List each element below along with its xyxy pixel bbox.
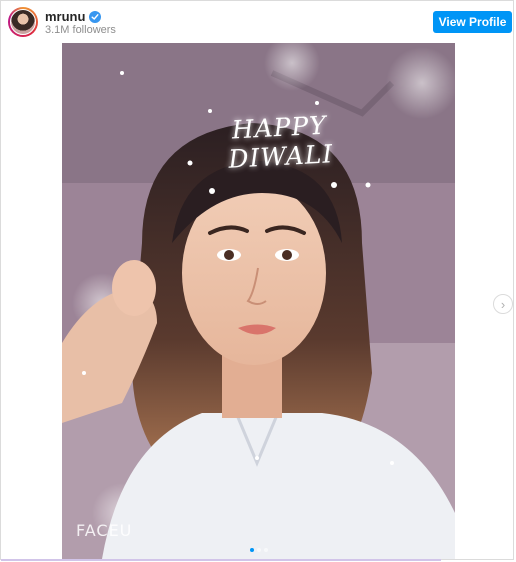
view-profile-button[interactable]: View Profile: [433, 11, 512, 33]
instagram-embed-card: mrunu 3.1M followers View Profile HAPPY …: [0, 0, 515, 561]
bottom-accent-line: [1, 559, 441, 561]
avatar[interactable]: [8, 7, 38, 37]
diwali-overlay-text: HAPPY DIWALI: [227, 110, 334, 174]
follower-count: 3.1M followers: [45, 24, 116, 36]
post-photo[interactable]: HAPPY DIWALI FACEU: [62, 43, 455, 559]
username[interactable]: mrunu: [45, 9, 85, 24]
verified-badge-icon: [89, 10, 102, 23]
post-header: mrunu 3.1M followers View Profile: [1, 1, 515, 43]
carousel-dots: [62, 548, 455, 552]
username-row: mrunu: [45, 9, 102, 24]
carousel-dot[interactable]: [263, 548, 268, 552]
chevron-right-icon: ›: [500, 296, 506, 312]
faceu-watermark: FACEU: [76, 521, 133, 540]
carousel-dot[interactable]: [249, 548, 254, 552]
next-button[interactable]: ›: [493, 294, 513, 314]
carousel-dot[interactable]: [256, 548, 261, 552]
avatar-image: [10, 9, 36, 35]
